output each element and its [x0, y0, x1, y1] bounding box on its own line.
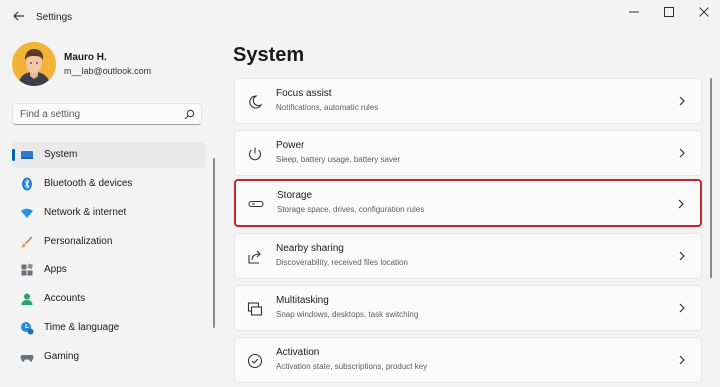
- sidebar-item-label: Network & internet: [44, 207, 127, 218]
- chevron-right-icon: [678, 199, 684, 209]
- sidebar-item-label: Bluetooth & devices: [44, 178, 133, 189]
- card-subtitle: Storage space, drives, configuration rul…: [277, 205, 425, 214]
- maximize-icon[interactable]: [658, 6, 680, 20]
- nearby-sharing-icon: [248, 250, 261, 264]
- sidebar-item-label: Time & language: [44, 322, 120, 333]
- card-subtitle: Sleep, battery usage, battery saver: [276, 155, 401, 164]
- minimize-icon[interactable]: [623, 6, 645, 20]
- sidebar-item-network[interactable]: Network & internet: [12, 200, 205, 226]
- sidebar-item-apps[interactable]: Apps: [12, 257, 205, 283]
- user-email: m__lab@outlook.com: [64, 66, 152, 76]
- sidebar-item-personalization[interactable]: Personalization: [12, 229, 205, 255]
- sidebar-item-bluetooth[interactable]: Bluetooth & devices: [12, 171, 205, 197]
- time-language-icon: [21, 322, 34, 335]
- close-icon[interactable]: [693, 6, 715, 20]
- sidebar-item-time-language[interactable]: Time & language: [12, 315, 205, 341]
- search-placeholder: Find a setting: [20, 109, 81, 120]
- title-bar: Settings: [0, 0, 720, 36]
- gaming-icon: [20, 355, 34, 362]
- sidebar-item-label: System: [44, 149, 78, 160]
- card-nearby-sharing[interactable]: Nearby sharing Discoverability, received…: [234, 233, 702, 279]
- chevron-right-icon: [679, 355, 685, 365]
- chevron-right-icon: [679, 96, 685, 106]
- card-storage[interactable]: Storage Storage space, drives, configura…: [234, 179, 702, 227]
- card-title: Storage: [277, 190, 313, 201]
- card-subtitle: Activation state, subscriptions, product…: [276, 362, 428, 371]
- sidebar-scrollbar[interactable]: [213, 158, 215, 328]
- card-multitasking[interactable]: Multitasking Snap windows, desktops, tas…: [234, 285, 702, 331]
- sidebar-item-label: Apps: [44, 264, 67, 275]
- sidebar-item-label: Gaming: [44, 351, 80, 362]
- accounts-icon: [21, 293, 33, 305]
- card-title: Multitasking: [276, 295, 329, 306]
- search-icon: [184, 109, 195, 120]
- personalization-icon: [21, 236, 33, 248]
- app-title: Settings: [36, 12, 73, 23]
- card-subtitle: Snap windows, desktops, task switching: [276, 310, 419, 319]
- sidebar-item-label: Accounts: [44, 293, 86, 304]
- back-arrow-icon[interactable]: [10, 9, 28, 27]
- system-icon: [21, 151, 33, 159]
- card-title: Power: [276, 140, 305, 151]
- apps-icon: [21, 263, 33, 276]
- card-power[interactable]: Power Sleep, battery usage, battery save…: [234, 130, 702, 176]
- active-indicator: [12, 149, 15, 161]
- main-scrollbar[interactable]: [710, 78, 712, 278]
- chevron-right-icon: [679, 148, 685, 158]
- page-title: System: [233, 44, 305, 66]
- sidebar-item-accounts[interactable]: Accounts: [12, 286, 205, 312]
- card-title: Focus assist: [276, 88, 332, 99]
- focus-assist-icon: [249, 95, 263, 109]
- user-name: Mauro H.: [64, 52, 107, 63]
- card-subtitle: Discoverability, received files location: [276, 258, 408, 267]
- card-focus-assist[interactable]: Focus assist Notifications, automatic ru…: [234, 78, 702, 124]
- power-icon: [249, 147, 261, 161]
- network-icon: [21, 208, 33, 218]
- sidebar-item-label: Personalization: [44, 236, 113, 247]
- storage-icon: [248, 200, 264, 208]
- chevron-right-icon: [679, 251, 685, 261]
- card-title: Activation: [276, 347, 320, 358]
- card-title: Nearby sharing: [276, 243, 344, 254]
- avatar[interactable]: [12, 42, 56, 86]
- chevron-right-icon: [679, 303, 685, 313]
- sidebar-item-gaming[interactable]: Gaming: [12, 344, 205, 370]
- card-activation[interactable]: Activation Activation state, subscriptio…: [234, 337, 702, 383]
- bluetooth-icon: [22, 177, 32, 191]
- search-input[interactable]: Find a setting: [12, 103, 202, 125]
- sidebar-item-system[interactable]: System: [12, 142, 205, 168]
- multitasking-icon: [247, 302, 263, 316]
- activation-icon: [247, 353, 263, 369]
- card-subtitle: Notifications, automatic rules: [276, 103, 379, 112]
